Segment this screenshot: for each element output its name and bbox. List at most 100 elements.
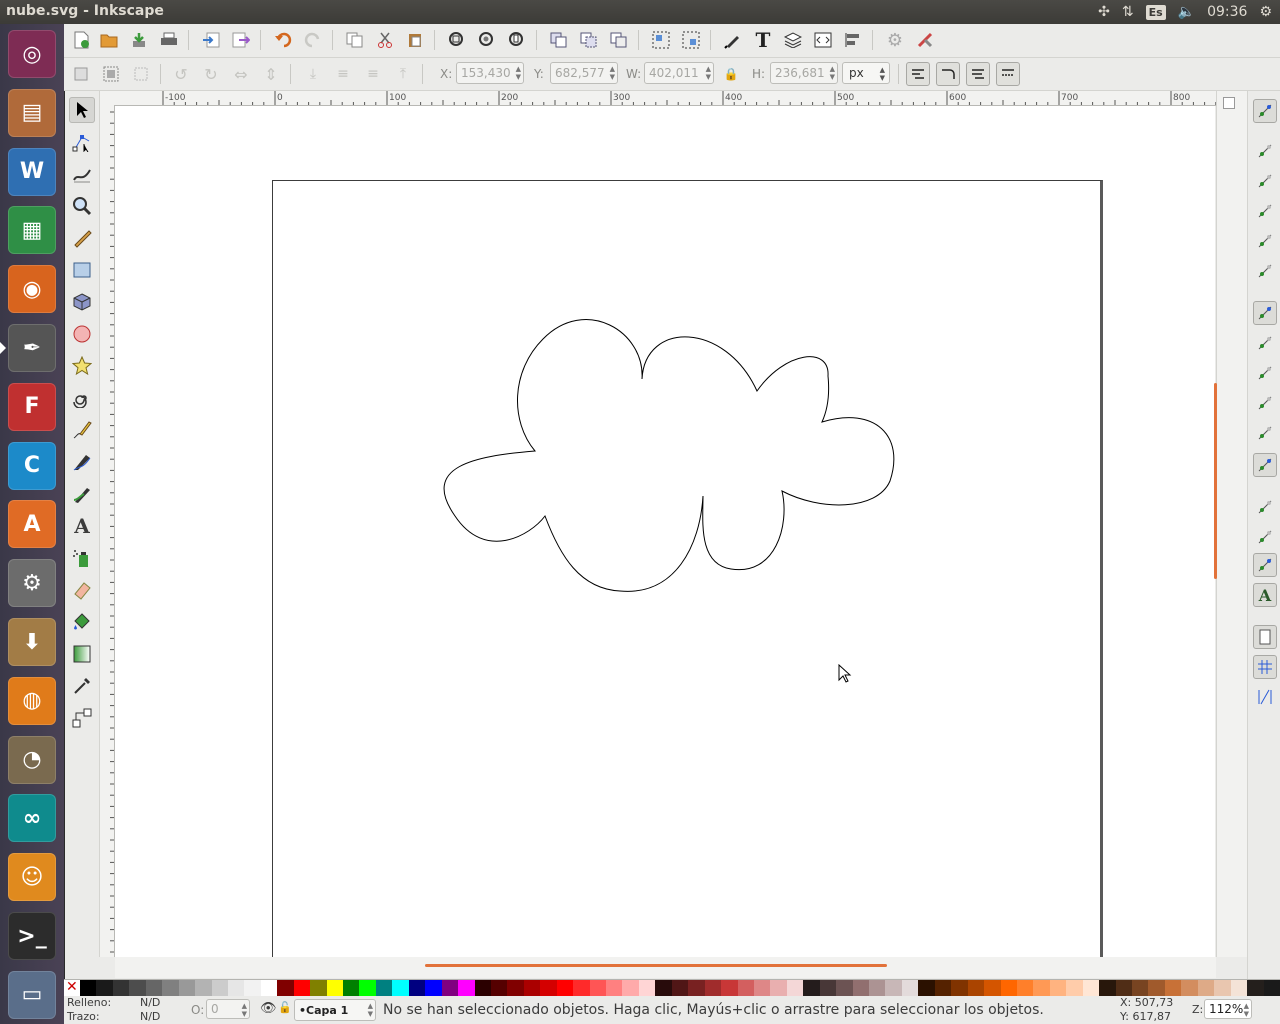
rectangle-tool-icon[interactable] — [69, 257, 95, 283]
color-swatch[interactable] — [934, 980, 952, 997]
3d-box-tool-icon[interactable] — [69, 289, 95, 315]
measure-tool-icon[interactable] — [69, 225, 95, 251]
color-swatch[interactable] — [1082, 980, 1100, 997]
snap-nodes-icon[interactable] — [1253, 301, 1277, 325]
snap-rotation-center-icon[interactable] — [1253, 553, 1277, 577]
color-swatch[interactable] — [260, 980, 278, 997]
clock[interactable]: 09:36 — [1207, 4, 1247, 20]
scale-stroke-toggle[interactable] — [906, 62, 930, 86]
launcher-inkscape-icon[interactable]: ✒ — [0, 324, 56, 372]
star-tool-icon[interactable] — [69, 353, 95, 379]
color-swatch[interactable] — [375, 980, 393, 997]
zoom-selection-icon[interactable] — [446, 29, 468, 51]
zoom-field[interactable]: 112% ▲ ▼ — [1204, 999, 1252, 1019]
drawing-canvas[interactable] — [115, 106, 1215, 957]
text-tool-icon[interactable]: A — [69, 513, 95, 539]
redo-icon[interactable] — [302, 29, 324, 51]
pencil-tool-icon[interactable] — [69, 417, 95, 443]
color-swatch[interactable] — [721, 980, 738, 997]
document-properties-icon[interactable] — [914, 29, 936, 51]
color-swatch[interactable] — [441, 980, 459, 997]
color-swatch[interactable] — [1049, 980, 1067, 997]
snap-bbox-midpoint-icon[interactable] — [1253, 229, 1277, 253]
color-swatch[interactable] — [984, 980, 1001, 997]
launcher-software-center-icon[interactable]: A — [8, 500, 56, 549]
snap-midpoints-icon[interactable] — [1253, 453, 1277, 477]
color-swatch[interactable] — [606, 980, 623, 997]
ungroup-icon[interactable] — [680, 29, 702, 51]
tweak-tool-icon[interactable] — [69, 161, 95, 187]
color-swatch[interactable] — [655, 980, 672, 997]
print-icon[interactable] — [158, 29, 180, 51]
fill-stroke-icon[interactable] — [722, 29, 744, 51]
stroke-value[interactable]: N/D — [140, 1010, 160, 1023]
color-swatch[interactable] — [803, 980, 820, 997]
snap-grid-icon[interactable] — [1253, 655, 1277, 679]
snap-intersections-icon[interactable] — [1253, 361, 1277, 385]
color-swatch[interactable] — [326, 980, 343, 997]
session-gear-icon[interactable]: ⚙ — [1259, 4, 1272, 20]
unlink-clone-icon[interactable] — [608, 29, 630, 51]
color-swatch[interactable] — [737, 980, 754, 997]
zoom-page-icon[interactable] — [506, 29, 528, 51]
transform-gradients-toggle[interactable] — [966, 62, 990, 86]
color-swatch[interactable] — [310, 980, 327, 997]
spiral-tool-icon[interactable] — [69, 385, 95, 411]
color-swatch[interactable] — [918, 980, 935, 997]
color-swatch[interactable] — [392, 980, 409, 997]
preferences-icon[interactable]: ⚙ — [884, 29, 906, 51]
snap-smooth-icon[interactable] — [1253, 421, 1277, 445]
new-document-icon[interactable] — [70, 29, 92, 51]
launcher-writer-icon[interactable]: W — [8, 147, 56, 196]
horizontal-scrollbar-thumb[interactable] — [425, 964, 887, 967]
cut-icon[interactable] — [374, 29, 396, 51]
undo-icon[interactable] — [272, 29, 294, 51]
launcher-settings-icon[interactable]: ⚙ — [8, 559, 56, 608]
color-swatch[interactable] — [1247, 980, 1264, 997]
color-swatch[interactable] — [671, 980, 689, 997]
color-swatch[interactable] — [523, 980, 541, 997]
import-icon[interactable] — [200, 29, 222, 51]
launcher-files-icon[interactable]: ▤ — [8, 88, 56, 137]
color-swatch[interactable] — [112, 980, 130, 997]
snap-others-icon[interactable] — [1253, 495, 1277, 519]
color-swatch[interactable] — [80, 980, 97, 997]
color-swatch[interactable] — [227, 980, 245, 997]
color-swatch[interactable] — [589, 980, 606, 997]
color-swatch[interactable] — [1115, 980, 1132, 997]
launcher-fontforge-icon[interactable]: F — [8, 382, 56, 431]
text-font-icon[interactable]: T — [752, 28, 774, 52]
color-swatch[interactable] — [1181, 980, 1198, 997]
color-swatch[interactable] — [688, 980, 705, 997]
color-palette[interactable]: ✕ — [64, 979, 1280, 997]
launcher-archive-icon[interactable]: ⬇ — [8, 618, 56, 666]
transform-patterns-toggle[interactable] — [996, 62, 1020, 86]
launcher-gimp-icon[interactable]: ◔ — [8, 735, 56, 784]
deselect-icon[interactable] — [130, 63, 152, 85]
launcher-firefox-icon[interactable]: ◉ — [8, 265, 56, 314]
copy-icon[interactable] — [344, 29, 366, 51]
clone-icon[interactable] — [578, 29, 600, 51]
launcher-scratch-icon[interactable]: ☺ — [8, 853, 56, 902]
color-swatch[interactable] — [277, 980, 294, 997]
vertical-scrollbar[interactable] — [1214, 91, 1247, 957]
paste-icon[interactable] — [404, 29, 426, 51]
color-swatch[interactable] — [96, 980, 113, 997]
opacity-field[interactable]: 0 ▲ ▼ — [206, 999, 250, 1019]
color-swatch[interactable] — [622, 980, 639, 997]
align-distribute-icon[interactable] — [842, 29, 864, 51]
unit-select[interactable]: px ▲ ▼ — [842, 62, 890, 84]
node-tool-icon[interactable] — [69, 129, 95, 155]
color-swatch[interactable] — [1066, 980, 1083, 997]
snap-bbox-corner-icon[interactable] — [1253, 199, 1277, 223]
color-swatch[interactable] — [1263, 980, 1280, 997]
color-swatch[interactable] — [474, 980, 491, 997]
color-swatch[interactable] — [786, 980, 804, 997]
color-swatch[interactable] — [1197, 980, 1215, 997]
selector-tool-icon[interactable] — [69, 97, 95, 123]
connector-tool-icon[interactable] — [69, 705, 95, 731]
color-swatch[interactable] — [1033, 980, 1050, 997]
color-swatch[interactable] — [359, 980, 376, 997]
xml-editor-icon[interactable] — [812, 29, 834, 51]
gradient-tool-icon[interactable] — [69, 641, 95, 667]
